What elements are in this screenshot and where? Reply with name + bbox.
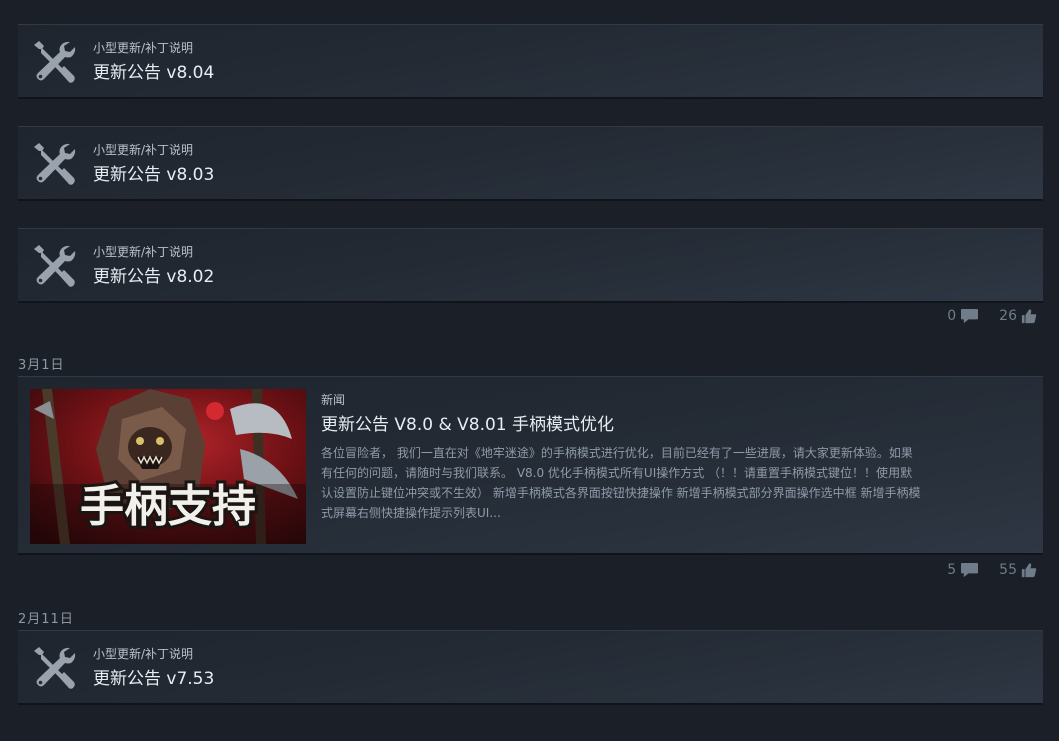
comment-count: 0 [947, 308, 957, 324]
date-header: 3月1日 [18, 358, 65, 373]
update-card[interactable]: 小型更新/补丁说明 更新公告 v8.03 [18, 126, 1043, 200]
news-thumbnail[interactable]: 手柄支持 手柄支持 [30, 389, 306, 544]
artwork-title: 手柄支持 [80, 481, 256, 532]
post-stats: 0 26 [947, 306, 1037, 326]
update-card[interactable]: 小型更新/补丁说明 更新公告 v7.53 [18, 630, 1043, 704]
news-description: 各位冒险者， 我们一直在对《地牢迷途》的手柄模式进行优化，目前已经有了一些进展，… [321, 446, 921, 520]
news-title[interactable]: 更新公告 V8.0 & V8.01 手柄模式优化 [321, 410, 614, 435]
tools-icon [30, 140, 78, 188]
comment-icon[interactable] [960, 308, 979, 325]
thumbs-up-icon[interactable] [1021, 562, 1037, 578]
post-title[interactable]: 更新公告 v7.53 [93, 664, 214, 689]
post-category: 小型更新/补丁说明 [93, 245, 194, 259]
comment-count: 5 [947, 562, 957, 578]
tools-icon [30, 242, 78, 290]
post-category: 小型更新/补丁说明 [93, 41, 194, 55]
tools-icon [30, 38, 78, 86]
post-category: 小型更新/补丁说明 [93, 647, 194, 661]
post-title[interactable]: 更新公告 v8.04 [93, 58, 214, 83]
thumbs-up-icon[interactable] [1021, 308, 1037, 324]
post-stats: 5 55 [947, 560, 1037, 580]
tools-icon [30, 644, 78, 692]
news-card[interactable]: 手柄支持 手柄支持 新闻 更新公告 V8.0 & V8.01 手柄模式优化 各位… [18, 376, 1043, 554]
post-category: 小型更新/补丁说明 [93, 143, 194, 157]
update-card[interactable]: 小型更新/补丁说明 更新公告 v8.04 [18, 24, 1043, 98]
update-card[interactable]: 小型更新/补丁说明 更新公告 v8.02 [18, 228, 1043, 302]
game-artwork: 手柄支持 手柄支持 [30, 389, 306, 544]
comment-icon[interactable] [960, 562, 979, 579]
news-category: 新闻 [321, 393, 346, 407]
like-count: 55 [999, 562, 1017, 578]
post-title[interactable]: 更新公告 v8.02 [93, 262, 214, 287]
like-count: 26 [999, 308, 1017, 324]
post-title[interactable]: 更新公告 v8.03 [93, 160, 214, 185]
date-header: 2月11日 [18, 612, 74, 627]
